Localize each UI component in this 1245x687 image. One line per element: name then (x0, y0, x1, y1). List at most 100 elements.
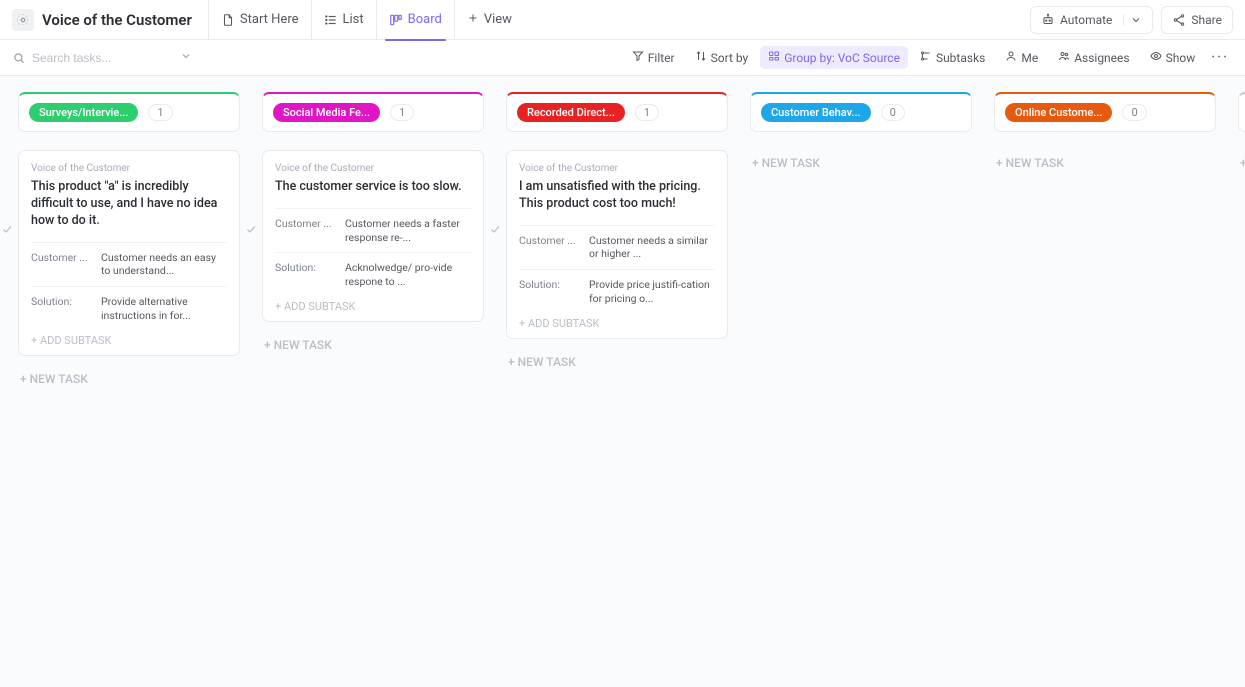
new-task-button[interactable]: + NEW TASK (262, 332, 484, 358)
tab-label: View (484, 12, 512, 27)
field-value-customer: Customer needs a faster response re-... (345, 217, 471, 244)
assignees-button[interactable]: Assignees (1050, 46, 1137, 69)
field-label-customer: Customer ... (519, 234, 581, 261)
board-column: Online Custome...0 + NEW TASK (994, 92, 1216, 176)
column-tag: Surveys/Intervie... (29, 103, 138, 122)
more-options-button[interactable]: ··· (1207, 50, 1233, 65)
board-icon (389, 12, 403, 27)
automate-label: Automate (1060, 13, 1112, 27)
column-header[interactable]: Recorded Direct... 1 (506, 92, 728, 132)
doc-icon (221, 12, 235, 27)
search-input[interactable] (32, 51, 162, 65)
card-location: Voice of the Customer (31, 163, 227, 174)
view-tabs: Start Here List Board View (208, 0, 524, 40)
page-title: Voice of the Customer (42, 11, 192, 29)
chevron-down-icon (1123, 14, 1142, 26)
show-label: Show (1166, 51, 1196, 65)
column-header[interactable]: Online Custome...0 (994, 92, 1216, 132)
add-subtask-button[interactable]: + ADD SUBTASK (275, 296, 471, 313)
group-label: Group by: VoC Source (784, 51, 900, 65)
card-title: I am unsatisfied with the pricing. This … (519, 179, 715, 213)
tab-start-here[interactable]: Start Here (208, 0, 311, 40)
share-label: Share (1191, 13, 1222, 27)
field-label-customer: Customer ... (275, 217, 337, 244)
field-label-solution: Solution: (275, 261, 337, 288)
subtasks-button[interactable]: Subtasks (912, 46, 993, 69)
tab-label: Start Here (240, 12, 299, 27)
subtasks-label: Subtasks (936, 51, 985, 65)
task-card[interactable]: Voice of the Customer The customer servic… (262, 150, 484, 322)
board-column: Di... + N (1238, 92, 1245, 176)
column-count: 1 (635, 104, 659, 121)
check-icon (245, 223, 257, 239)
board-column: Social Media Fe...1 Voice of the Customer… (262, 92, 484, 358)
me-button[interactable]: Me (997, 46, 1046, 69)
check-icon (489, 223, 501, 239)
tab-label: List (343, 12, 364, 27)
card-location: Voice of the Customer (519, 163, 715, 174)
filter-icon (632, 50, 644, 65)
column-count: 0 (881, 104, 905, 121)
plus-icon (467, 12, 479, 28)
new-task-button[interactable]: + N (1238, 150, 1245, 176)
tab-board[interactable]: Board (376, 0, 454, 40)
show-button[interactable]: Show (1142, 46, 1204, 69)
eye-icon (1150, 50, 1162, 65)
group-icon (768, 50, 780, 65)
search-icon (12, 50, 26, 65)
board-column: Recorded Direct... 1 Voice of the Customer… (506, 92, 728, 375)
column-header[interactable]: Di... (1238, 92, 1245, 132)
check-icon (1, 223, 13, 239)
list-icon (324, 12, 338, 27)
share-icon (1172, 12, 1186, 27)
field-value-customer: Customer needs a similar or higher ... (589, 234, 715, 261)
card-location: Voice of the Customer (275, 163, 471, 174)
tab-label: Board (408, 12, 442, 27)
new-task-button[interactable]: + NEW TASK (750, 150, 972, 176)
toolbar: Filter Sort by Group by: VoC Source Subt… (0, 40, 1245, 76)
board-scroll[interactable]: Surveys/Intervie... 1 Voice of the Custome… (0, 76, 1245, 687)
field-value-solution: Acknolwedge/ pro-vide respone to ... (345, 261, 471, 288)
filter-button[interactable]: Filter (624, 46, 683, 69)
column-header[interactable]: Social Media Fe...1 (262, 92, 484, 132)
tab-add-view[interactable]: View (454, 0, 524, 40)
user-icon (1005, 50, 1017, 65)
column-tag: Social Media Fe... (273, 103, 380, 122)
column-count: 1 (148, 104, 172, 121)
field-label-customer: Customer ... (31, 251, 93, 278)
automate-button[interactable]: Automate (1030, 6, 1153, 34)
robot-icon (1041, 12, 1055, 27)
card-title: The customer service is too slow. (275, 179, 471, 196)
assignees-label: Assignees (1074, 51, 1129, 65)
sort-icon (695, 50, 707, 65)
subtasks-icon (920, 50, 932, 65)
board-column: Surveys/Intervie... 1 Voice of the Custome… (18, 92, 240, 392)
new-task-button[interactable]: + NEW TASK (506, 349, 728, 375)
task-card[interactable]: Voice of the Customer This product "a" is… (18, 150, 240, 356)
task-card[interactable]: Voice of the Customer I am unsatisfied wi… (506, 150, 728, 339)
me-label: Me (1021, 51, 1038, 65)
sort-button[interactable]: Sort by (687, 46, 757, 69)
column-tag: Online Custome... (1005, 103, 1112, 122)
board-column: Customer Behav... 0 + NEW TASK (750, 92, 972, 176)
field-label-solution: Solution: (519, 278, 581, 305)
share-button[interactable]: Share (1161, 6, 1233, 34)
card-title: This product "a" is incredibly difficult… (31, 179, 227, 230)
field-value-solution: Provide price justifi-cation for pricing… (589, 278, 715, 305)
column-header[interactable]: Surveys/Intervie... 1 (18, 92, 240, 132)
new-task-button[interactable]: + NEW TASK (18, 366, 240, 392)
app-logo-icon (12, 9, 34, 31)
column-tag: Customer Behav... (761, 103, 871, 122)
tab-list[interactable]: List (311, 0, 376, 40)
add-subtask-button[interactable]: + ADD SUBTASK (519, 313, 715, 330)
group-by-button[interactable]: Group by: VoC Source (760, 46, 908, 69)
column-tag: Recorded Direct... (517, 103, 625, 122)
field-value-solution: Provide alternative instructions in for.… (101, 295, 227, 322)
field-label-solution: Solution: (31, 295, 93, 322)
column-header[interactable]: Customer Behav... 0 (750, 92, 972, 132)
new-task-button[interactable]: + NEW TASK (994, 150, 1216, 176)
chevron-down-icon[interactable] (180, 50, 192, 66)
users-icon (1058, 50, 1070, 65)
sort-label: Sort by (711, 51, 749, 65)
add-subtask-button[interactable]: + ADD SUBTASK (31, 330, 227, 347)
